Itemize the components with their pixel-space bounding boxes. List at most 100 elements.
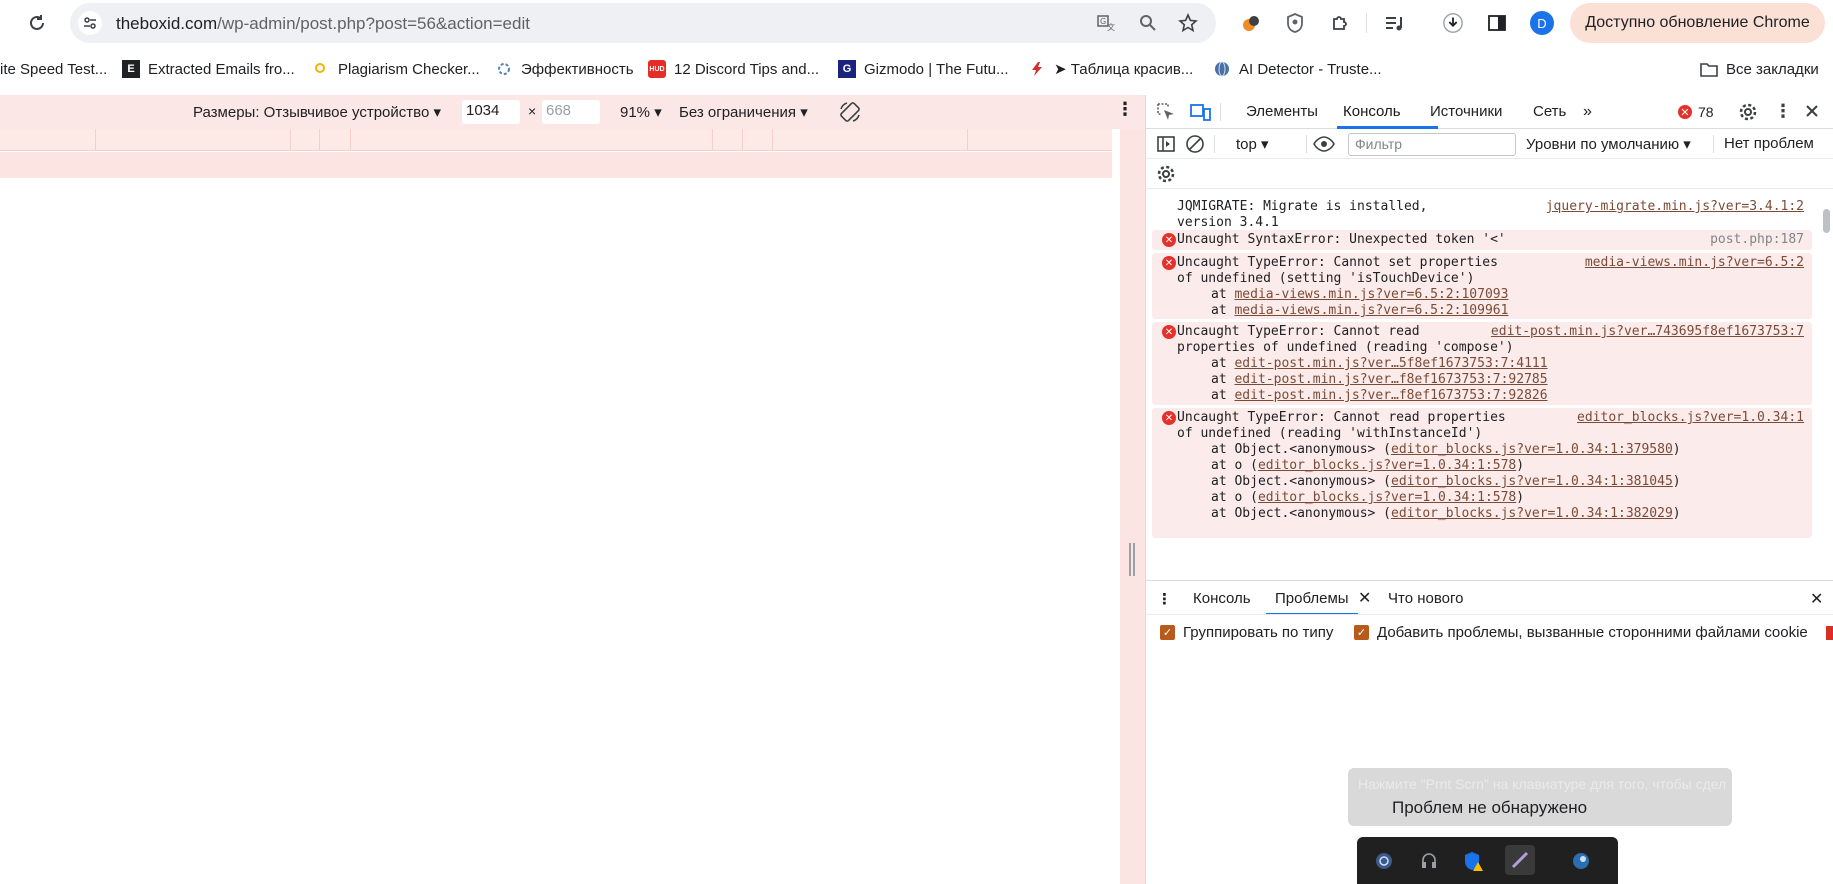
svg-text:G: G (1100, 17, 1106, 26)
drawer-tab-issues[interactable]: Проблемы (1275, 590, 1349, 607)
context-dropdown[interactable]: top ▾ (1236, 135, 1269, 153)
more-tabs-icon[interactable]: » (1583, 103, 1592, 121)
stack-link[interactable]: editor_blocks.js?ver=1.0.34:1:578 (1258, 458, 1516, 473)
error-message: ✕ Uncaught TypeError: Cannot read proper… (1152, 408, 1812, 538)
stack-link[interactable]: editor_blocks.js?ver=1.0.34:1:379580 (1391, 442, 1673, 457)
translate-icon[interactable]: G文 (1096, 13, 1116, 33)
inspect-element-icon[interactable] (1155, 101, 1177, 123)
download-icon[interactable] (1442, 12, 1464, 34)
bookmark-item[interactable]: ite Speed Test... (0, 58, 107, 80)
height-input[interactable]: 668 (542, 100, 600, 124)
checkbox-label: Добавить проблемы, вызванные сторонними … (1377, 624, 1808, 641)
bookmark-item[interactable]: ➤ Таблица красив... (1028, 58, 1193, 80)
extension-swirl-icon[interactable] (1240, 12, 1262, 34)
bookmark-item[interactable]: G Gizmodo | The Futu... (838, 58, 1009, 80)
extensions-puzzle-icon[interactable] (1329, 12, 1351, 34)
stack-link[interactable]: media-views.min.js?ver=6.5:2:109961 (1234, 303, 1508, 318)
message-text: of undefined (setting 'isTouchDevice') (1177, 271, 1475, 286)
width-input[interactable]: 1034 (462, 100, 520, 124)
media-control-icon[interactable] (1383, 12, 1405, 34)
pen-icon[interactable] (1505, 845, 1535, 875)
zoom-dropdown[interactable]: 91% ▾ (620, 103, 662, 121)
bookmark-item[interactable]: HUD 12 Discord Tips and... (648, 58, 819, 80)
drawer-tab-whats-new[interactable]: Что нового (1388, 590, 1463, 607)
levels-dropdown[interactable]: Уровни по умолчанию ▾ (1526, 135, 1691, 153)
resize-handle[interactable] (1129, 543, 1135, 576)
vpn-icon[interactable] (1372, 849, 1396, 873)
stack-link[interactable]: editor_blocks.js?ver=1.0.34:1:578 (1258, 490, 1516, 505)
stack-frame: at media-views.min.js?ver=6.5:2:109961 (1211, 303, 1508, 318)
stack-link[interactable]: editor_blocks.js?ver=1.0.34:1:382029 (1391, 506, 1673, 521)
source-link[interactable]: jquery-migrate.min.js?ver=3.4.1:2 (1546, 199, 1804, 214)
bookmark-label: AI Detector - Truste... (1239, 60, 1382, 78)
third-party-checkbox[interactable]: ✓ Добавить проблемы, вызванные сторонними… (1354, 624, 1808, 641)
gear-icon (495, 60, 513, 78)
console-scrollbar[interactable] (1820, 199, 1833, 574)
frame-prefix: at Object.<anonymous> ( (1211, 442, 1392, 457)
address-bar[interactable]: theboxid.com/wp-admin/post.php?post=56&a… (70, 3, 1216, 43)
zoom-icon[interactable] (1138, 13, 1158, 33)
emulated-viewport[interactable] (0, 178, 1112, 884)
tab-console[interactable]: Консоль (1343, 103, 1401, 120)
tab-sources[interactable]: Источники (1430, 103, 1502, 120)
scrollbar-thumb[interactable] (1823, 209, 1830, 233)
chrome-update-button[interactable]: Доступно обновление Chrome (1570, 3, 1825, 43)
error-icon: ✕ (1162, 256, 1176, 270)
throttle-dropdown[interactable]: Без ограничения ▾ (679, 103, 808, 121)
source-link[interactable]: edit-post.min.js?ver…743695f8ef1673753:7 (1491, 324, 1804, 339)
tab-network[interactable]: Сеть (1533, 103, 1566, 120)
group-by-type-checkbox[interactable]: ✓ Группировать по типу (1160, 624, 1333, 641)
more-options-icon[interactable]: ⋮ (1116, 99, 1134, 120)
rotate-icon[interactable] (838, 100, 862, 128)
close-drawer-icon[interactable]: ✕ (1810, 589, 1823, 609)
security-warning-icon[interactable] (1461, 849, 1485, 873)
all-bookmarks-button[interactable]: Все закладки (1700, 58, 1819, 80)
issues-button[interactable]: Нет проблем (1724, 135, 1814, 152)
devtools-panel: Элементы Консоль Источники Сеть » ✕ 78 ⋮ … (1146, 95, 1833, 884)
bookmarks-bar: ite Speed Test... E Extracted Emails fro.… (0, 52, 1833, 86)
bookmark-item[interactable]: Plagiarism Checker... (312, 58, 480, 80)
source-link[interactable]: editor_blocks.js?ver=1.0.34:1 (1577, 410, 1804, 425)
close-icon[interactable] (1801, 100, 1823, 122)
bookmark-item[interactable]: E Extracted Emails fro... (122, 58, 295, 80)
chevron-down-icon: ▾ (1683, 136, 1691, 153)
bookmark-star-icon[interactable] (1178, 13, 1198, 33)
url-text[interactable]: theboxid.com/wp-admin/post.php?post=56&a… (116, 14, 530, 34)
stack-link[interactable]: edit-post.min.js?ver…f8ef1673753:7:92785 (1234, 372, 1547, 387)
steam-icon[interactable] (1569, 849, 1593, 873)
headset-icon[interactable] (1417, 849, 1441, 873)
drawer-menu-icon[interactable]: ⋮ (1157, 590, 1172, 608)
stack-link[interactable]: editor_blocks.js?ver=1.0.34:1:381045 (1391, 474, 1673, 489)
close-tab-icon[interactable]: ✕ (1358, 588, 1371, 608)
chevron-down-icon: ▾ (654, 104, 662, 121)
source-link[interactable]: post.php:187 (1710, 232, 1804, 247)
stack-link[interactable]: media-views.min.js?ver=6.5:2:107093 (1234, 287, 1508, 302)
bookmark-item[interactable]: Эффективность (495, 58, 634, 80)
reload-icon[interactable] (24, 10, 50, 36)
site-info-icon[interactable] (78, 11, 102, 35)
source-link[interactable]: media-views.min.js?ver=6.5:2 (1585, 255, 1804, 270)
dimensions-dropdown[interactable]: Размеры: Отзывчивое устройство ▾ (193, 103, 441, 121)
stack-link[interactable]: edit-post.min.js?ver…5f8ef1673753:7:4111 (1234, 356, 1547, 371)
side-panel-icon[interactable] (1486, 12, 1508, 34)
sidebar-toggle-icon[interactable] (1155, 133, 1177, 155)
stack-link[interactable]: edit-post.min.js?ver…f8ef1673753:7:92826 (1234, 388, 1547, 403)
device-toggle-icon[interactable] (1190, 101, 1212, 123)
console-settings-row (1146, 159, 1833, 189)
error-icon: ✕ (1162, 325, 1176, 339)
stack-frame: at Object.<anonymous> (editor_blocks.js?… (1211, 474, 1681, 489)
shield-extension-icon[interactable] (1284, 12, 1306, 34)
bookmark-item[interactable]: AI Detector - Truste... (1213, 58, 1382, 80)
e-logo-icon: E (122, 60, 140, 78)
profile-avatar[interactable]: D (1530, 11, 1554, 35)
error-counter[interactable]: ✕ 78 (1678, 104, 1714, 120)
more-options-icon[interactable]: ⋮ (1772, 100, 1794, 122)
console-settings-icon[interactable] (1155, 163, 1177, 185)
message-text: Uncaught TypeError: Cannot read (1177, 324, 1420, 339)
filter-input[interactable]: Фильтр (1348, 133, 1516, 156)
clear-console-icon[interactable] (1184, 133, 1206, 155)
eye-icon[interactable] (1313, 133, 1335, 155)
settings-gear-icon[interactable] (1737, 101, 1759, 123)
tab-elements[interactable]: Элементы (1246, 103, 1318, 120)
drawer-tab-console[interactable]: Консоль (1193, 590, 1251, 607)
